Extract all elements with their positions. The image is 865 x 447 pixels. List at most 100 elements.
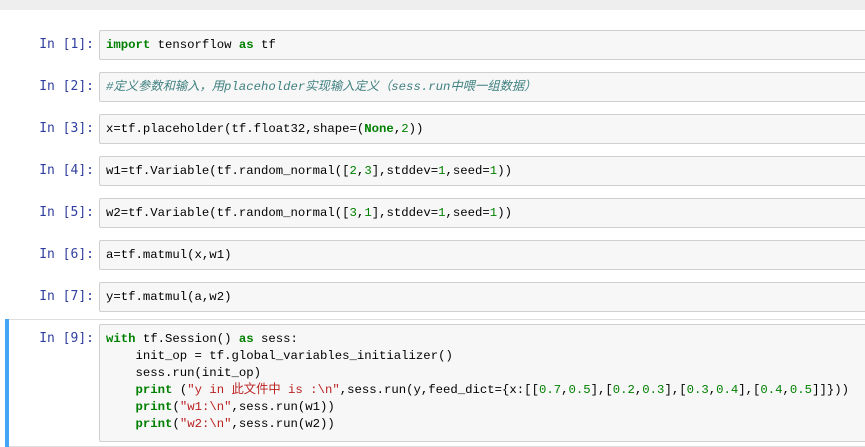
code-cell[interactable]: In [4]: w1=tf.Variable(tf.random_normal([…: [0, 156, 865, 186]
cell-prompt: In [7]:: [39, 289, 94, 304]
code-token: w2=tf.Variable(tf.random_normal([: [106, 206, 350, 220]
code-cell[interactable]: In [6]: a=tf.matmul(x,w1): [0, 240, 865, 270]
code-cell[interactable]: In [7]: y=tf.matmul(a,w2): [0, 282, 865, 312]
code-token: (: [172, 417, 180, 431]
cell-code[interactable]: with tf.Session() as sess: init_op = tf.…: [106, 331, 849, 433]
code-token: ,sess.run(w1)): [231, 400, 335, 414]
cell-code[interactable]: a=tf.matmul(x,w1): [106, 247, 231, 264]
code-token: 1: [364, 206, 372, 220]
cell-code[interactable]: x=tf.placeholder(tf.float32,shape=(None,…: [106, 121, 423, 138]
cell-input-area[interactable]: with tf.Session() as sess: init_op = tf.…: [99, 324, 865, 442]
code-token: as: [238, 332, 254, 346]
code-cell[interactable]: In [1]: import tensorflow as tf: [0, 30, 865, 60]
code-cell[interactable]: In [9]: with tf.Session() as sess: init_o…: [0, 324, 865, 442]
code-token: ],stddev=: [371, 164, 439, 178]
code-token: 0.2: [612, 383, 635, 397]
code-token: print: [135, 383, 173, 397]
cell-prompt: In [4]:: [39, 163, 94, 178]
code-token: 0.4: [760, 383, 783, 397]
code-cell[interactable]: In [2]: #定义参数和输入，用placeholder实现输入定义（sess.…: [0, 72, 865, 102]
cell-input-area[interactable]: w2=tf.Variable(tf.random_normal([3,1],st…: [99, 198, 865, 228]
cell-prompt: In [5]:: [39, 205, 94, 220]
code-token: print: [135, 400, 173, 414]
code-cell[interactable]: In [5]: w2=tf.Variable(tf.random_normal([…: [0, 198, 865, 228]
code-line: print("w2:\n",sess.run(w2)): [106, 416, 849, 433]
cell-code[interactable]: #定义参数和输入，用placeholder实现输入定义（sess.run中喂一组…: [106, 79, 536, 96]
code-line: y=tf.matmul(a,w2): [106, 289, 231, 306]
code-token: "w2:\n": [179, 417, 232, 431]
code-token: 1: [438, 164, 446, 178]
code-token: ,seed=: [445, 164, 490, 178]
code-token: tensorflow: [150, 38, 239, 52]
code-token: ,seed=: [445, 206, 490, 220]
code-line: print("w1:\n",sess.run(w1)): [106, 399, 849, 416]
code-token: w1=tf.Variable(tf.random_normal([: [106, 164, 350, 178]
code-line: sess.run(init_op): [106, 365, 849, 382]
code-token: 0.3: [642, 383, 665, 397]
code-token: x=tf.placeholder(tf.float32,shape=(: [106, 122, 365, 136]
code-token: import: [106, 38, 151, 52]
cell-code[interactable]: w2=tf.Variable(tf.random_normal([3,1],st…: [106, 205, 512, 222]
code-token: ],[: [738, 383, 761, 397]
code-token: 0.5: [789, 383, 813, 397]
cell-input-area[interactable]: a=tf.matmul(x,w1): [99, 240, 865, 270]
code-token: tf: [253, 38, 276, 52]
code-token: sess:: [253, 332, 298, 346]
cell-code[interactable]: import tensorflow as tf: [106, 37, 276, 54]
cell-prompt: In [6]:: [39, 247, 94, 262]
code-token: 0.5: [568, 383, 591, 397]
code-token: a=tf.matmul(x,w1): [106, 248, 232, 262]
code-token: ,: [782, 383, 790, 397]
code-token: ],[: [590, 383, 613, 397]
code-token: 1: [438, 206, 446, 220]
code-token: tf.Session(): [135, 332, 239, 346]
code-token: with: [106, 332, 136, 346]
cell-code[interactable]: y=tf.matmul(a,w2): [106, 289, 231, 306]
code-token: 2: [349, 164, 357, 178]
code-line: w1=tf.Variable(tf.random_normal([2,3],st…: [106, 163, 512, 180]
code-token: 3: [364, 164, 372, 178]
code-token: 2: [401, 122, 409, 136]
cell-input-area[interactable]: import tensorflow as tf: [99, 30, 865, 60]
code-token: init_op = tf.global_variables_initialize…: [106, 349, 453, 363]
code-token: y=tf.matmul(a,w2): [106, 290, 232, 304]
code-line: import tensorflow as tf: [106, 37, 276, 54]
code-token: )): [497, 164, 512, 178]
cell-prompt: In [1]:: [39, 37, 94, 52]
code-line: init_op = tf.global_variables_initialize…: [106, 348, 849, 365]
cell-prompt: In [3]:: [39, 121, 94, 136]
code-token: as: [238, 38, 254, 52]
cell-input-area[interactable]: #定义参数和输入，用placeholder实现输入定义（sess.run中喂一组…: [99, 72, 865, 102]
code-token: sess.run(init_op): [106, 366, 261, 380]
code-token: ],[: [664, 383, 687, 397]
code-token: 0.3: [686, 383, 709, 397]
code-token: ]]})): [812, 383, 849, 397]
code-line: print ("y in 此文件中 is :\n",sess.run(y,fee…: [106, 382, 849, 399]
code-token: (: [172, 400, 180, 414]
code-line: a=tf.matmul(x,w1): [106, 247, 231, 264]
code-token: 0.7: [538, 383, 562, 397]
code-token: ],stddev=: [371, 206, 439, 220]
code-token: "y in 此文件中 is :\n": [187, 383, 340, 397]
cell-input-area[interactable]: w1=tf.Variable(tf.random_normal([2,3],st…: [99, 156, 865, 186]
cell-input-area[interactable]: x=tf.placeholder(tf.float32,shape=(None,…: [99, 114, 865, 144]
code-token: ,: [708, 383, 717, 397]
cell-prompt: In [9]:: [39, 331, 94, 346]
code-cell[interactable]: In [3]: x=tf.placeholder(tf.float32,shape…: [0, 114, 865, 144]
code-token: "w1:\n": [179, 400, 232, 414]
notebook-container: In [1]: import tensorflow as tf In [2]: #定义…: [0, 10, 865, 447]
code-token: 0.4: [716, 383, 739, 397]
cell-code[interactable]: w1=tf.Variable(tf.random_normal([2,3],st…: [106, 163, 512, 180]
code-line: x=tf.placeholder(tf.float32,shape=(None,…: [106, 121, 423, 138]
code-token: ,sess.run(w2)): [231, 417, 335, 431]
code-token: #定义参数和输入，用placeholder实现输入定义（sess.run中喂一组…: [106, 80, 537, 94]
code-token: 3: [349, 206, 357, 220]
code-line: #定义参数和输入，用placeholder实现输入定义（sess.run中喂一组…: [106, 79, 536, 96]
code-token: )): [497, 206, 512, 220]
code-token: (: [172, 383, 188, 397]
cell-input-area[interactable]: y=tf.matmul(a,w2): [99, 282, 865, 312]
code-token: None: [364, 122, 394, 136]
